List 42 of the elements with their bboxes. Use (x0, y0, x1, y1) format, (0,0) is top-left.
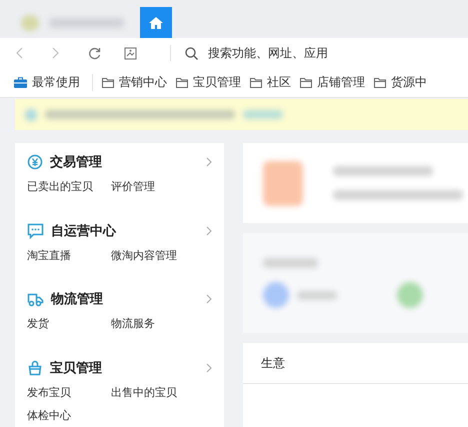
menu-link[interactable]: 已卖出的宝贝 (27, 179, 111, 194)
section-title[interactable]: 物流管理 (51, 290, 199, 308)
chevron-right-icon (206, 294, 212, 304)
yuan-icon (27, 154, 43, 170)
menu-link[interactable]: 体检中心 (27, 408, 111, 422)
bookmark-link[interactable]: 宝贝管理 (176, 74, 241, 91)
menu-link[interactable]: 微淘内容管理 (111, 248, 211, 262)
chevron-right-icon (206, 226, 212, 236)
search-icon (185, 46, 198, 60)
bookmark-link[interactable]: 营销中心 (102, 74, 167, 91)
menu-link[interactable]: 评价管理 (111, 179, 211, 194)
truck-icon (27, 291, 44, 307)
back-icon[interactable] (16, 47, 23, 59)
chevron-right-icon (206, 362, 212, 372)
folder-icon (250, 78, 262, 88)
image-icon[interactable] (124, 46, 137, 60)
chat-icon (27, 222, 44, 238)
bookmark-link[interactable]: 社区 (250, 74, 291, 91)
refresh-icon[interactable] (88, 46, 101, 60)
menu-link[interactable]: 物流服务 (111, 316, 211, 331)
menu-link[interactable]: 淘宝直播 (27, 248, 111, 262)
chevron-right-icon (206, 157, 212, 167)
home-tab[interactable] (140, 7, 172, 38)
menu-link[interactable]: 发布宝贝 (27, 384, 111, 400)
bookmark-link[interactable]: 最常使用 (14, 74, 93, 91)
folder-icon (374, 78, 386, 88)
bookmark-link[interactable]: 货源中 (374, 74, 427, 91)
home-icon (149, 16, 163, 28)
section-title: 生意 (261, 354, 285, 372)
search-field[interactable]: 搜索功能、网址、应用 (208, 46, 408, 60)
folder-icon (300, 78, 312, 88)
section-title[interactable]: 自运营中心 (51, 222, 199, 240)
forward-icon[interactable] (52, 47, 59, 59)
bookmark-link[interactable]: 店铺管理 (300, 74, 365, 91)
bag-icon (27, 360, 43, 376)
folder-icon (176, 78, 188, 88)
briefcase-icon (14, 77, 27, 88)
section-title[interactable]: 宝贝管理 (50, 358, 199, 376)
section-title[interactable]: 交易管理 (50, 153, 199, 171)
folder-icon (102, 78, 114, 88)
menu-link[interactable]: 出售中的宝贝 (111, 384, 211, 400)
menu-link[interactable]: 发货 (27, 316, 111, 331)
